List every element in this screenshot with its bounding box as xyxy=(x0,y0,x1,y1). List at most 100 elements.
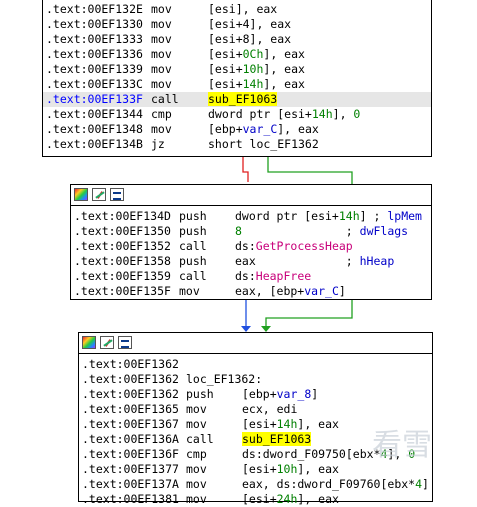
operands: [esi+10h], eax xyxy=(242,462,339,477)
operand-part: 14h xyxy=(338,209,360,223)
operand-part: 14h xyxy=(242,77,264,91)
api-name[interactable]: GetProcessHeap xyxy=(256,239,353,253)
edit-graph-icon[interactable] xyxy=(92,188,106,201)
line-address: .text:00EF1352 xyxy=(74,239,171,253)
mnemonic: jz xyxy=(151,137,165,151)
line-address: .text:00EF1330 xyxy=(46,17,143,31)
mnemonic: mov xyxy=(151,122,172,136)
operand-part: ecx, edi xyxy=(242,402,298,416)
line-address: .text:00EF132E xyxy=(46,2,143,16)
mnemonic: push xyxy=(179,254,207,268)
group-nodes-icon[interactable] xyxy=(118,336,132,349)
operand-part: ], xyxy=(332,107,354,121)
line-address: .text:00EF1381 xyxy=(82,492,179,506)
operand-part[interactable]: var_C xyxy=(304,284,339,298)
call-target-link[interactable]: sub_EF1063 xyxy=(242,432,312,446)
mnemonic: mov xyxy=(186,417,207,431)
comment: dwFlags xyxy=(359,224,409,238)
mnemonic: push xyxy=(186,387,214,401)
disasm-line[interactable]: .text:00EF133F call sub_EF1063 xyxy=(43,92,431,107)
disasm-line[interactable]: .text:00EF1330 mov [esi+4], eax xyxy=(43,17,431,32)
edge-false-branch xyxy=(242,157,249,182)
operand-part: 24h xyxy=(276,492,298,506)
operand-part: [esi+ xyxy=(242,492,277,506)
operands: [ebp+var_8] xyxy=(242,387,318,402)
disasm-line[interactable]: .text:00EF133C mov [esi+14h], eax xyxy=(43,77,431,92)
operands: 8 ; dwFlags xyxy=(235,224,408,239)
disasm-line[interactable]: .text:00EF1358 push eax ; hHeap xyxy=(71,254,431,269)
operand-part: ], eax xyxy=(263,77,305,91)
color-palette-icon[interactable] xyxy=(82,336,96,349)
operands: [esi], eax xyxy=(208,2,277,17)
operands: ds:HeapFree xyxy=(235,269,311,284)
operand-part: ds:dword_F09750[ebx* xyxy=(242,447,381,461)
operand-part[interactable]: var_C xyxy=(243,122,278,136)
operand-part: 10h xyxy=(276,462,298,476)
disasm-line[interactable]: .text:00EF134B jz short loc_EF1362 xyxy=(43,137,431,152)
mnemonic: mov xyxy=(186,477,207,491)
code-block-3[interactable]: .text:00EF1362 .text:00EF1362 loc_EF1362:.… xyxy=(78,332,433,506)
operand-part: short loc_EF1362 xyxy=(208,137,319,151)
line-address: .text:00EF133C xyxy=(46,77,143,91)
disasm-line[interactable]: .text:00EF1365 mov ecx, edi xyxy=(79,402,432,417)
operand-part: ds: xyxy=(235,239,256,253)
operand-part: ds: xyxy=(235,269,256,283)
disasm-line[interactable]: .text:00EF1336 mov [esi+0Ch], eax xyxy=(43,47,431,62)
line-address: .text:00EF136F xyxy=(82,447,179,461)
line-address: .text:00EF137A xyxy=(82,477,179,491)
line-address: .text:00EF1358 xyxy=(74,254,171,268)
color-palette-icon[interactable] xyxy=(74,188,88,201)
disasm-line[interactable]: .text:00EF137A mov eax, ds:dword_F09760[eb… xyxy=(79,477,432,492)
disasm-line[interactable]: .text:00EF1348 mov [ebp+var_C], eax xyxy=(43,122,431,137)
line-address: .text:00EF135F xyxy=(74,284,171,298)
operands: [esi+24h], eax xyxy=(242,492,339,507)
operand-part: 8 xyxy=(235,224,242,238)
block-header xyxy=(71,185,431,206)
operand-part[interactable]: var_8 xyxy=(277,387,312,401)
mnemonic: cmp xyxy=(186,447,207,461)
mnemonic: mov xyxy=(151,32,172,46)
disasm-line[interactable]: .text:00EF134D push dword ptr [esi+14h] ; … xyxy=(71,209,431,224)
operands: eax, [ebp+var_C] xyxy=(235,284,346,299)
mnemonic: call xyxy=(151,92,179,106)
operands: sub_EF1063 xyxy=(242,432,312,447)
mnemonic: push xyxy=(179,224,207,238)
disasm-line[interactable]: .text:00EF1362 loc_EF1362: xyxy=(79,372,432,387)
code-block-2[interactable]: .text:00EF134D push dword ptr [esi+14h] ; … xyxy=(70,184,432,300)
operands: eax ; hHeap xyxy=(235,254,394,269)
line-address: .text:00EF134B xyxy=(46,137,143,151)
operands: [esi+4], eax xyxy=(208,17,291,32)
operand-part: [esi+ xyxy=(242,462,277,476)
disasm-line[interactable]: .text:00EF1362 xyxy=(79,357,432,372)
operands: [esi+14h], eax xyxy=(208,77,305,92)
code-block-1[interactable]: .text:00EF132E mov [esi], eax .text:00EF133… xyxy=(42,0,432,157)
disasm-line[interactable]: .text:00EF1339 mov [esi+10h], eax xyxy=(43,62,431,77)
disasm-line[interactable]: .text:00EF1344 cmp dword ptr [esi+14h], 0 xyxy=(43,107,431,122)
disasm-line[interactable]: .text:00EF135F mov eax, [ebp+var_C] xyxy=(71,284,431,299)
operands: sub_EF1063 xyxy=(208,92,278,107)
group-nodes-icon[interactable] xyxy=(110,188,124,201)
disasm-line[interactable]: .text:00EF132E mov [esi], eax xyxy=(43,2,431,17)
code-label[interactable]: loc_EF1362: xyxy=(186,372,262,387)
operands: [esi+0Ch], eax xyxy=(208,47,305,62)
operand-part: 14h xyxy=(276,417,298,431)
api-name[interactable]: HeapFree xyxy=(256,269,311,283)
disasm-line[interactable]: .text:00EF1381 mov [esi+24h], eax xyxy=(79,492,432,507)
operand-part: dword ptr [esi+ xyxy=(235,209,339,223)
mnemonic: push xyxy=(179,209,207,223)
edit-graph-icon[interactable] xyxy=(100,336,114,349)
operand-part: ], eax xyxy=(297,462,339,476)
operands: [esi+14h], eax xyxy=(242,417,339,432)
mnemonic: call xyxy=(186,432,214,446)
disasm-line[interactable]: .text:00EF1333 mov [esi+8], eax xyxy=(43,32,431,47)
disasm-line[interactable]: .text:00EF1377 mov [esi+10h], eax xyxy=(79,462,432,477)
disasm-line[interactable]: .text:00EF1362 push [ebp+var_8] xyxy=(79,387,432,402)
operand-part: 0 xyxy=(353,107,361,121)
operand-part: 0Ch xyxy=(242,47,264,61)
operands: [esi+8], eax xyxy=(208,32,291,47)
disasm-line[interactable]: .text:00EF1359 call ds:HeapFree xyxy=(71,269,431,284)
disasm-line[interactable]: .text:00EF1350 push 8 ; dwFlags xyxy=(71,224,431,239)
disasm-line[interactable]: .text:00EF1352 call ds:GetProcessHeap xyxy=(71,239,431,254)
call-target-link[interactable]: sub_EF1063 xyxy=(208,92,278,106)
operand-part: ] ; xyxy=(359,209,388,223)
